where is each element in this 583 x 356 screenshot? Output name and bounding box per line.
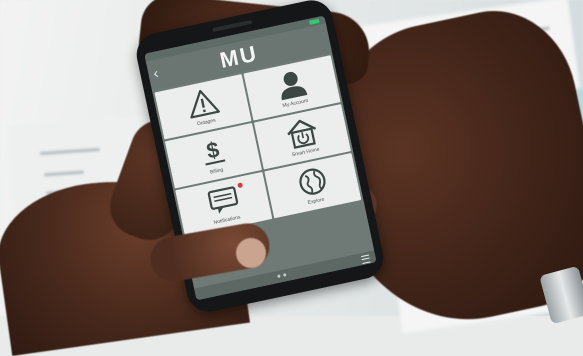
dollar-sign-icon: $ — [204, 137, 225, 166]
chevron-left-icon[interactable]: ‹ — [152, 65, 160, 82]
notification-badge — [237, 182, 244, 189]
page-indicator — [277, 273, 287, 278]
svg-text:$: $ — [204, 137, 221, 164]
app-logo: MU — [217, 40, 261, 73]
globe-icon — [298, 168, 326, 195]
thumbnail — [236, 238, 266, 268]
tile-label: Explore — [307, 196, 326, 207]
home-power-icon — [286, 119, 316, 149]
user-silhouette-icon — [281, 72, 307, 101]
phone-speaker — [212, 19, 253, 33]
tile-label: Outages — [196, 117, 217, 128]
tile-label: Billing — [209, 167, 224, 176]
message-bubble-icon — [207, 186, 238, 214]
warning-triangle-icon — [189, 90, 220, 119]
hamburger-menu-icon[interactable] — [361, 254, 371, 265]
